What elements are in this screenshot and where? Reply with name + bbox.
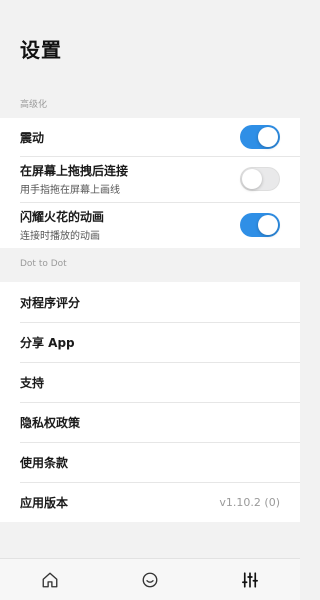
smiley-icon	[142, 572, 158, 587]
setting-spark-anim-sub: 连接时播放的动画	[20, 231, 100, 242]
settings-screen: 设置 高级化 震动 在屏幕上拖拽后连接 用手指拖在屏幕上画线 闪耀火花的动画 连…	[0, 0, 300, 600]
tab-smiley[interactable]	[130, 564, 170, 596]
settings-group-about: 对程序评分 分享 App 支持 隐私权政策 使用条款 应用版本 v1.10.2 …	[0, 282, 300, 522]
section-header-personalize: 高级化	[20, 100, 48, 110]
spark-anim-toggle[interactable]	[240, 213, 280, 237]
toggle-knob	[258, 127, 278, 147]
toggle-knob	[258, 215, 278, 235]
menu-item-share[interactable]: 分享 App	[0, 322, 300, 362]
menu-item-terms[interactable]: 使用条款	[0, 442, 300, 482]
section-header-dot: Dot to Dot	[20, 259, 67, 269]
version-value: v1.10.2 (0)	[219, 495, 280, 509]
tab-settings[interactable]	[230, 564, 270, 596]
home-icon	[42, 572, 58, 587]
tab-bar	[0, 558, 300, 600]
menu-item-share-label: 分享 App	[20, 335, 75, 350]
setting-vibration: 震动	[0, 118, 300, 156]
setting-spark-anim: 闪耀火花的动画 连接时播放的动画	[0, 202, 300, 248]
vibration-toggle[interactable]	[240, 125, 280, 149]
setting-drag-connect: 在屏幕上拖拽后连接 用手指拖在屏幕上画线	[0, 156, 300, 202]
header: 设置	[0, 0, 300, 88]
setting-spark-anim-label: 闪耀火花的动画	[20, 210, 105, 224]
setting-drag-connect-sub: 用手指拖在屏幕上画线	[20, 185, 120, 196]
menu-item-version: 应用版本 v1.10.2 (0)	[0, 482, 300, 522]
tab-home[interactable]	[30, 564, 70, 596]
toggle-knob	[242, 169, 262, 189]
menu-item-privacy-label: 隐私权政策	[20, 415, 81, 430]
sliders-icon	[242, 571, 258, 588]
drag-connect-toggle[interactable]	[240, 167, 280, 191]
menu-item-support-label: 支持	[20, 375, 45, 390]
setting-drag-connect-label: 在屏幕上拖拽后连接	[20, 164, 129, 178]
settings-group-personalize: 震动 在屏幕上拖拽后连接 用手指拖在屏幕上画线 闪耀火花的动画 连接时播放的动画	[0, 118, 300, 248]
setting-vibration-label: 震动	[20, 130, 45, 145]
menu-item-terms-label: 使用条款	[20, 455, 69, 470]
page-title: 设置	[20, 38, 62, 62]
menu-item-rate-label: 对程序评分	[20, 295, 81, 310]
menu-item-version-label: 应用版本	[20, 495, 69, 510]
menu-item-rate[interactable]: 对程序评分	[0, 282, 300, 322]
menu-item-privacy[interactable]: 隐私权政策	[0, 402, 300, 442]
menu-item-support[interactable]: 支持	[0, 362, 300, 402]
